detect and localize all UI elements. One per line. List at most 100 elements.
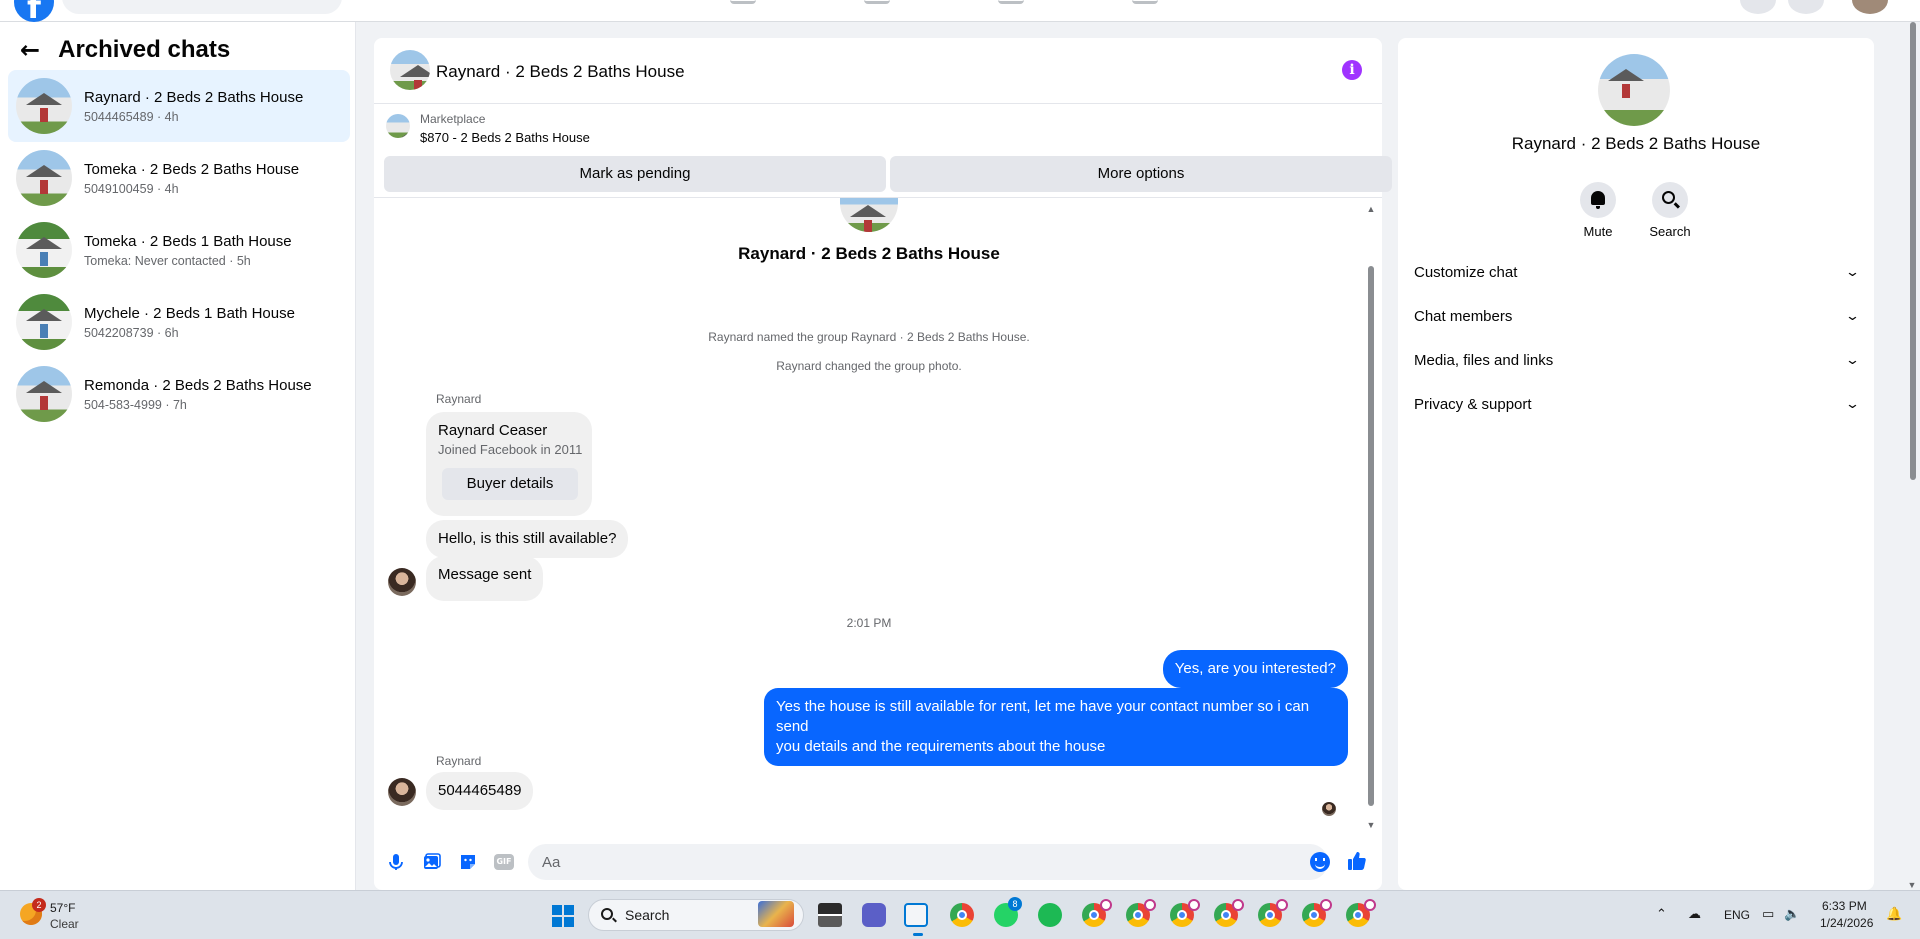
notification-bell-icon[interactable]: 🔔 [1886, 907, 1902, 922]
facebook-search-stub[interactable] [62, 0, 342, 14]
chat-subtitle: 5049100459 · 4h [84, 181, 179, 196]
media-files-links-section[interactable]: Media, files and links ⌄ [1414, 338, 1861, 382]
conversation-title[interactable]: Raynard · 2 Beds 2 Baths House [436, 62, 685, 82]
chat-subtitle: 504-583-4999 · 7h [84, 397, 187, 412]
facebook-logo-icon[interactable]: f [14, 0, 54, 26]
chevron-down-icon: ⌄ [1844, 352, 1861, 368]
chat-name: Remonda · 2 Beds 2 Baths House [84, 376, 312, 394]
chat-avatar [16, 150, 72, 206]
chat-item-raynard[interactable]: Raynard · 2 Beds 2 Baths House 504446548… [8, 70, 350, 142]
chevron-up-icon[interactable]: ⌃ [1656, 907, 1667, 922]
image-icon[interactable] [422, 852, 442, 872]
language-indicator[interactable]: ENG [1724, 908, 1750, 922]
thumbs-up-icon[interactable] [1346, 850, 1368, 872]
buyer-name: Raynard Ceaser [438, 422, 548, 439]
volume-icon[interactable]: 🔈 [1784, 907, 1800, 922]
nav-marketplace-icon[interactable] [998, 0, 1024, 4]
network-icon[interactable]: ▭ [1762, 907, 1774, 922]
message-bubble[interactable]: Hello, is this still available? [426, 520, 629, 558]
listing-title[interactable]: $870 - 2 Beds 2 Baths House [420, 130, 590, 145]
mark-as-pending-button[interactable]: Mark as pending [384, 156, 886, 192]
menu-grid-icon[interactable] [1740, 0, 1776, 14]
sender-avatar[interactable] [388, 568, 416, 596]
conversation-header: Raynard · 2 Beds 2 Baths House i [374, 38, 1382, 104]
chat-name: Tomeka · 2 Beds 1 Bath House [84, 232, 292, 250]
chat-subtitle: 5042208739 · 6h [84, 325, 179, 340]
chat-info-panel: Raynard · 2 Beds 2 Baths House Mute Sear… [1398, 38, 1874, 890]
snipping-tool-icon[interactable] [904, 903, 928, 927]
account-avatar[interactable] [1852, 0, 1888, 14]
chat-subtitle: 5044465489 · 4h [84, 109, 179, 124]
more-options-button[interactable]: More options [890, 156, 1392, 192]
profile-badge [1364, 899, 1376, 911]
message-bubble-outgoing[interactable]: Yes the house is still available for ren… [764, 688, 1348, 766]
system-message: Raynard changed the group photo. [776, 359, 962, 373]
sender-name: Raynard [436, 392, 482, 406]
clock-time[interactable]: 6:33 PM [1822, 899, 1867, 913]
message-scrollbar[interactable]: ▲ ▼ [1366, 204, 1376, 830]
message-bubble-outgoing[interactable]: Yes, are you interested? [1162, 650, 1348, 688]
task-view-icon[interactable] [818, 903, 842, 927]
privacy-support-section[interactable]: Privacy & support ⌄ [1414, 382, 1861, 426]
nav-gaming-icon[interactable] [1132, 0, 1158, 4]
panel-title: Archived chats [58, 36, 231, 63]
chat-info-name: Raynard · 2 Beds 2 Baths House [1511, 134, 1761, 153]
chat-item-tomeka-2bath[interactable]: Tomeka · 2 Beds 2 Baths House 5049100459… [8, 142, 350, 214]
emoji-icon[interactable] [1310, 852, 1330, 872]
customize-chat-section[interactable]: Customize chat ⌄ [1414, 250, 1860, 294]
section-label: Customize chat [1414, 263, 1518, 281]
search-icon [1652, 182, 1688, 218]
nav-home-icon[interactable] [730, 0, 756, 4]
school-app-icon[interactable] [758, 901, 794, 927]
page-scroll-thumb[interactable] [1910, 22, 1916, 480]
section-label: Media, files and links [1414, 351, 1554, 369]
chat-members-section[interactable]: Chat members ⌄ [1414, 294, 1861, 338]
scroll-thumb[interactable] [1368, 266, 1374, 806]
cloud-offline-icon[interactable]: ☁ [1688, 907, 1701, 922]
weather-condition[interactable]: Clear [50, 917, 79, 931]
buyer-details-button[interactable]: Buyer details [442, 468, 578, 500]
mute-button[interactable]: Mute [1568, 182, 1628, 239]
conversation-avatar[interactable] [390, 50, 430, 90]
microphone-icon[interactable] [386, 852, 406, 872]
scroll-down-icon[interactable]: ▼ [1366, 820, 1376, 830]
clock-date[interactable]: 1/24/2026 [1820, 916, 1873, 930]
marketplace-label: Marketplace [420, 112, 486, 126]
chevron-down-icon: ⌄ [1844, 396, 1861, 412]
group-photo [840, 198, 898, 232]
sender-name: Raynard [436, 754, 482, 768]
gif-icon[interactable]: GIF [494, 854, 514, 870]
chrome-icon[interactable] [950, 903, 974, 927]
chat-avatar [16, 222, 72, 278]
nav-video-icon[interactable] [864, 0, 890, 4]
message-line: Yes the house is still available for ren… [776, 698, 1310, 735]
archived-chats-panel: ← Archived chats Raynard · 2 Beds 2 Bath… [0, 22, 356, 890]
messenger-icon[interactable] [1788, 0, 1824, 14]
chat-item-tomeka-1bath[interactable]: Tomeka · 2 Beds 1 Bath House Tomeka: Nev… [8, 214, 350, 286]
sender-avatar[interactable] [388, 778, 416, 806]
search-in-chat-button[interactable]: Search [1640, 182, 1700, 239]
chat-item-mychele[interactable]: Mychele · 2 Beds 1 Bath House 5042208739… [8, 286, 350, 358]
back-arrow-icon[interactable]: ← [20, 38, 40, 62]
weather-temperature[interactable]: 57°F [50, 901, 75, 915]
scroll-down-icon[interactable]: ▼ [1906, 880, 1918, 890]
section-label: Privacy & support [1414, 395, 1532, 413]
message-bubble[interactable]: 5044465489 [426, 772, 534, 810]
conversation-panel: Raynard · 2 Beds 2 Baths House i Marketp… [374, 38, 1392, 890]
chevron-down-icon: ⌄ [1844, 308, 1861, 324]
scroll-up-icon[interactable]: ▲ [1366, 204, 1376, 214]
chat-avatar [16, 366, 72, 422]
message-input[interactable] [528, 844, 1328, 880]
sticker-icon[interactable] [458, 852, 478, 872]
message-bubble[interactable]: Message sent [426, 556, 544, 601]
info-icon[interactable]: i [1342, 60, 1362, 80]
listing-thumbnail [386, 114, 410, 138]
message-line: you details and the requirements about t… [776, 738, 1106, 755]
teams-icon[interactable] [862, 903, 886, 927]
spotify-icon[interactable] [1038, 903, 1062, 927]
chat-item-remonda[interactable]: Remonda · 2 Beds 2 Baths House 504-583-4… [8, 358, 350, 430]
message-composer: GIF [374, 834, 1382, 890]
windows-start-icon[interactable] [552, 905, 574, 927]
profile-badge [1100, 899, 1112, 911]
page-scrollbar[interactable]: ▼ [1906, 22, 1918, 890]
